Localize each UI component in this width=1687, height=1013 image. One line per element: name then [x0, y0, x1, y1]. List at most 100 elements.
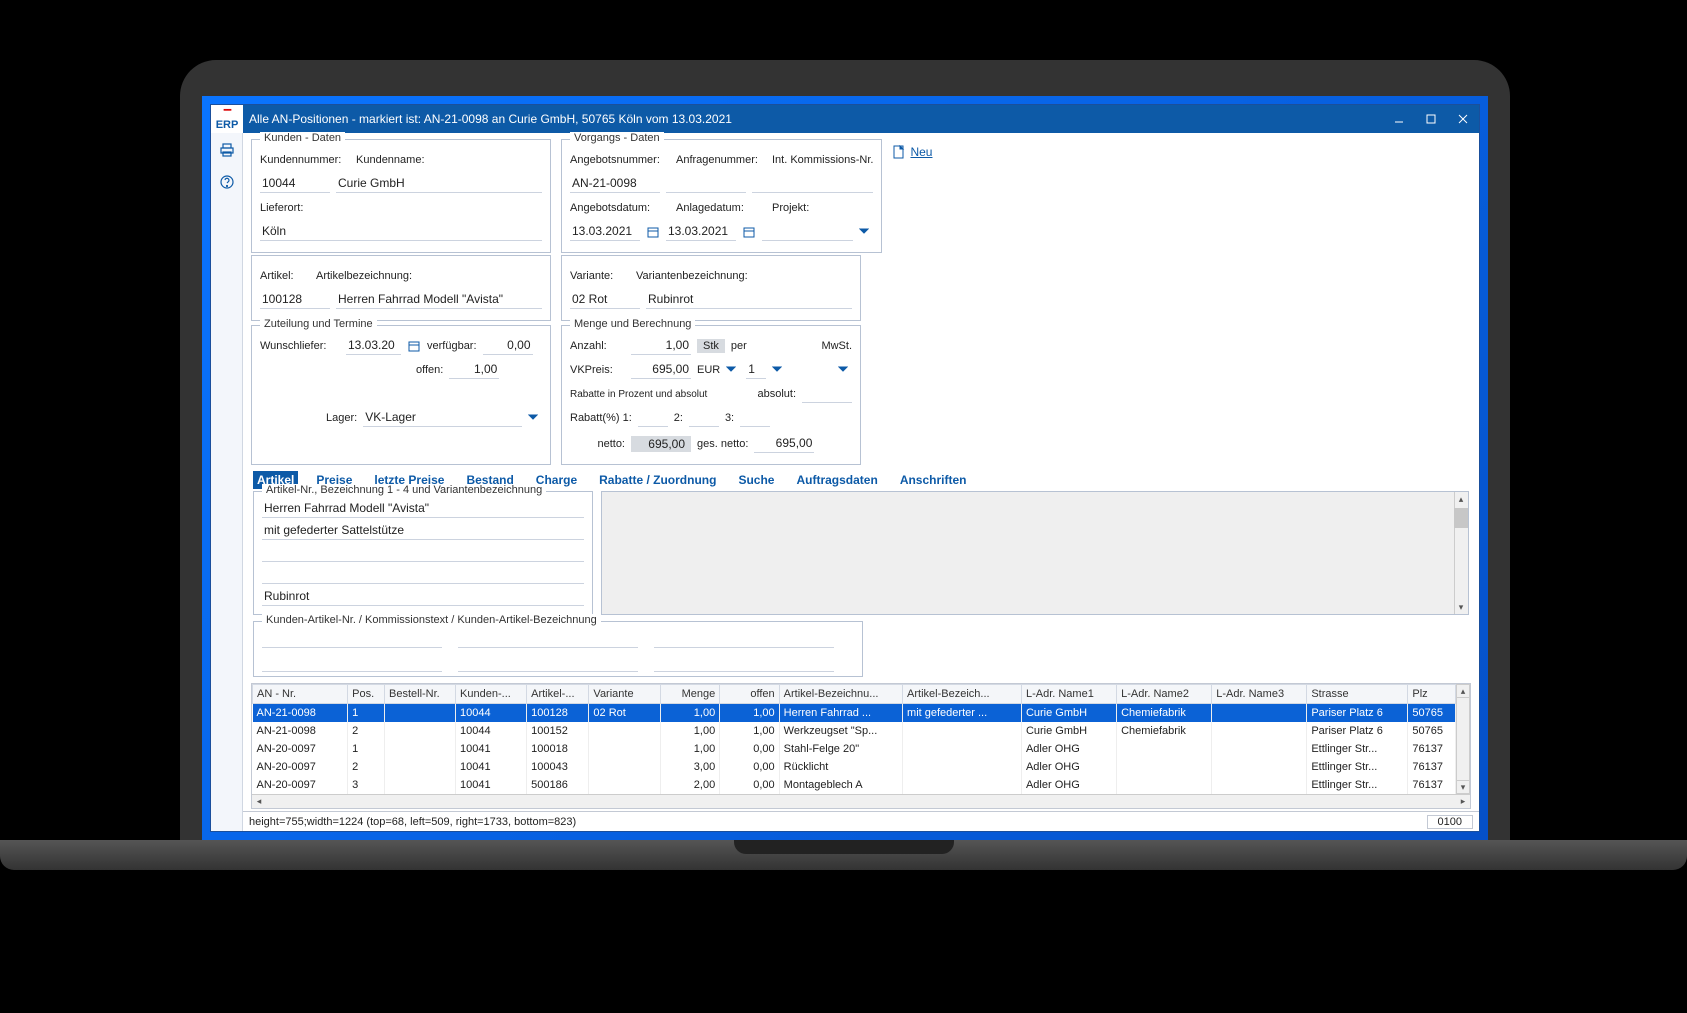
scroll-down-icon[interactable]: ▾: [1454, 600, 1468, 614]
status-left: height=755;width=1224 (top=68, left=509,…: [249, 816, 576, 828]
rabatt2-field[interactable]: [689, 409, 719, 427]
column-header[interactable]: offen: [720, 685, 779, 704]
wunschliefer-label: Wunschliefer:: [260, 340, 340, 352]
desc-line4[interactable]: [262, 566, 584, 584]
close-button[interactable]: [1447, 105, 1479, 133]
scroll-down-icon[interactable]: ▾: [1456, 780, 1470, 794]
lager-field[interactable]: VK-Lager: [363, 409, 522, 427]
desc-line3[interactable]: [262, 544, 584, 562]
horizontal-scrollbar[interactable]: ◂ ▸: [252, 794, 1470, 808]
variante-field[interactable]: 02 Rot: [570, 291, 640, 309]
table-row[interactable]: AN-21-00982100441001521,001,00Werkzeugse…: [253, 722, 1456, 740]
neu-label: Neu: [910, 145, 932, 159]
erp-window: ERP Alle AN-Positionen - markiert ist: A…: [210, 104, 1480, 832]
table-row[interactable]: AN-21-009811004410012802 Rot1,001,00Herr…: [253, 704, 1456, 723]
column-header[interactable]: Pos.: [348, 685, 385, 704]
kommission-field6[interactable]: [654, 654, 834, 672]
column-header[interactable]: Artikel-Bezeich...: [903, 685, 1022, 704]
chevron-down-icon[interactable]: [838, 363, 852, 377]
kundennummer-label: Kundennummer:: [260, 154, 350, 166]
per-field[interactable]: 1: [746, 361, 766, 379]
side-toolbar: [211, 133, 243, 831]
print-icon[interactable]: [216, 139, 238, 161]
artikel-group: Artikel: Artikelbezeichnung: 100128 Herr…: [251, 255, 551, 321]
variantenbez-field[interactable]: Rubinrot: [646, 291, 852, 309]
column-header[interactable]: Variante: [589, 685, 660, 704]
notes-textarea[interactable]: ▴ ▾: [601, 491, 1469, 615]
artikel-desc-title: Artikel-Nr., Bezeichnung 1 - 4 und Varia…: [262, 484, 546, 496]
status-bar: height=755;width=1224 (top=68, left=509,…: [243, 811, 1479, 831]
kommission-field1[interactable]: [262, 630, 442, 648]
column-header[interactable]: AN - Nr.: [253, 685, 348, 704]
chevron-down-icon[interactable]: [726, 363, 740, 377]
artikelbez-field[interactable]: Herren Fahrrad Modell "Avista": [336, 291, 542, 309]
desc-line2[interactable]: mit gefederter Sattelstütze: [262, 522, 584, 540]
mwst-label: MwSt.: [821, 340, 852, 352]
column-header[interactable]: Artikel-...: [527, 685, 589, 704]
tab-auftragsdaten[interactable]: Auftragsdaten: [792, 471, 881, 489]
calendar-icon[interactable]: [742, 225, 756, 239]
projekt-field[interactable]: [762, 223, 853, 241]
column-header[interactable]: Bestell-Nr.: [385, 685, 456, 704]
help-icon[interactable]: [216, 171, 238, 193]
anfragenummer-field[interactable]: [666, 175, 746, 193]
minimize-button[interactable]: [1383, 105, 1415, 133]
maximize-button[interactable]: [1415, 105, 1447, 133]
kommission-field2[interactable]: [458, 630, 638, 648]
artikel-field[interactable]: 100128: [260, 291, 330, 309]
desc-line1[interactable]: Herren Fahrrad Modell "Avista": [262, 500, 584, 518]
rabatt1-label: Rabatt(%) 1:: [570, 412, 632, 424]
column-header[interactable]: Kunden-...: [456, 685, 527, 704]
kommission-field3[interactable]: [654, 630, 834, 648]
scrollbar-track[interactable]: [1456, 698, 1470, 780]
column-header[interactable]: L-Adr. Name1: [1021, 685, 1116, 704]
absolut-field[interactable]: [802, 385, 852, 403]
scroll-left-icon[interactable]: ◂: [252, 796, 266, 807]
table-row[interactable]: AN-20-00973100415001862,000,00Montageble…: [253, 776, 1456, 794]
anlagedatum-field[interactable]: 13.03.2021: [666, 223, 736, 241]
kundenname-field[interactable]: Curie GmbH: [336, 175, 542, 193]
scroll-right-icon[interactable]: ▸: [1456, 796, 1470, 807]
chevron-down-icon[interactable]: [772, 363, 786, 377]
kommission-field4[interactable]: [262, 654, 442, 672]
neu-button[interactable]: Neu: [892, 145, 932, 159]
window-title: Alle AN-Positionen - markiert ist: AN-21…: [243, 112, 1383, 126]
calendar-icon[interactable]: [407, 339, 421, 353]
rabatt3-field[interactable]: [740, 409, 770, 427]
table-row[interactable]: AN-20-00971100411000181,000,00Stahl-Felg…: [253, 740, 1456, 758]
lieferort-field[interactable]: Köln: [260, 223, 542, 241]
scroll-up-icon[interactable]: ▴: [1454, 492, 1468, 506]
column-header[interactable]: L-Adr. Name2: [1117, 685, 1212, 704]
column-header[interactable]: L-Adr. Name3: [1212, 685, 1307, 704]
column-header[interactable]: Plz: [1408, 685, 1456, 704]
tab-rabatte-zuordnung[interactable]: Rabatte / Zuordnung: [595, 471, 720, 489]
kundennummer-field[interactable]: 10044: [260, 175, 330, 193]
tab-suche[interactable]: Suche: [734, 471, 778, 489]
scroll-up-icon[interactable]: ▴: [1456, 684, 1470, 698]
column-header[interactable]: Menge: [660, 685, 719, 704]
vkpreis-field[interactable]: 695,00: [631, 361, 691, 379]
anzahl-field[interactable]: 1,00: [631, 337, 691, 355]
kommission-field5[interactable]: [458, 654, 638, 672]
angebotsnummer-field[interactable]: AN-21-0098: [570, 175, 660, 193]
offen-field: 1,00: [449, 361, 499, 379]
variantenbez-label: Variantenbezeichnung:: [636, 270, 748, 282]
desc-line5[interactable]: Rubinrot: [262, 588, 584, 606]
chevron-down-icon[interactable]: [528, 411, 542, 425]
tab-anschriften[interactable]: Anschriften: [896, 471, 971, 489]
data-table[interactable]: AN - Nr.Pos.Bestell-Nr.Kunden-...Artikel…: [252, 684, 1456, 794]
table-row[interactable]: AN-20-00972100411000433,000,00RücklichtA…: [253, 758, 1456, 776]
column-header[interactable]: Artikel-Bezeichnu...: [779, 685, 902, 704]
chevron-down-icon[interactable]: [859, 225, 873, 239]
rabatte-title: Rabatte in Prozent und absolut: [570, 389, 707, 400]
offen-label: offen:: [416, 364, 443, 376]
rabatt1-field[interactable]: [638, 409, 668, 427]
vorgangs-daten-title: Vorgangs - Daten: [570, 132, 664, 144]
anzahl-label: Anzahl:: [570, 340, 625, 352]
scrollbar-thumb[interactable]: [1454, 508, 1468, 528]
column-header[interactable]: Strasse: [1307, 685, 1408, 704]
kommissionsnr-field[interactable]: [752, 175, 873, 193]
wunschliefer-field[interactable]: 13.03.20: [346, 337, 401, 355]
calendar-icon[interactable]: [646, 225, 660, 239]
angebotsdatum-field[interactable]: 13.03.2021: [570, 223, 640, 241]
